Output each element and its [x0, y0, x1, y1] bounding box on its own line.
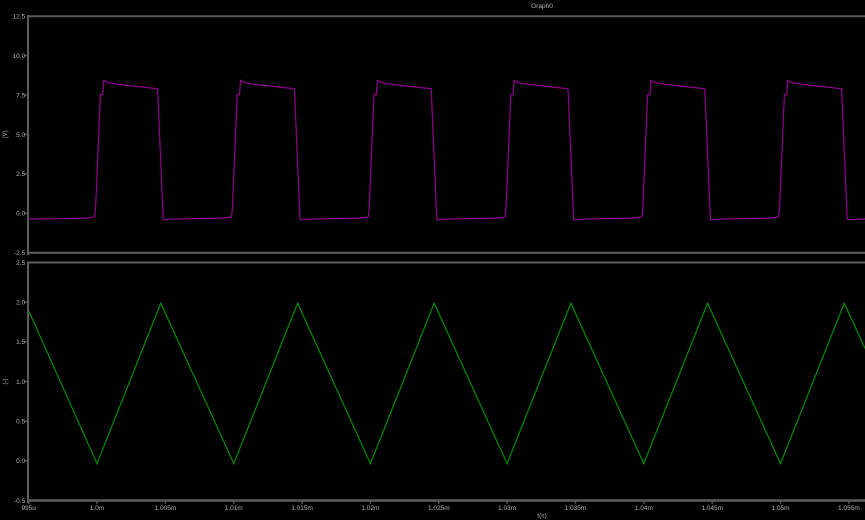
- svg-text:-2.5: -2.5: [14, 250, 26, 257]
- svg-text:1.055m: 1.055m: [838, 505, 860, 512]
- svg-text:1.005m: 1.005m: [155, 505, 177, 512]
- svg-text:1.0m: 1.0m: [90, 505, 104, 512]
- svg-text:1.02m: 1.02m: [361, 505, 379, 512]
- svg-text:995u: 995u: [21, 505, 36, 512]
- svg-text:(-): (-): [3, 379, 9, 385]
- svg-text:1.015m: 1.015m: [291, 505, 313, 512]
- svg-text:0.0: 0.0: [16, 211, 25, 218]
- svg-text:t(s): t(s): [537, 513, 546, 520]
- svg-text:(V): (V): [3, 130, 9, 138]
- svg-text:1.03m: 1.03m: [498, 505, 516, 512]
- svg-text:1.035m: 1.035m: [565, 505, 587, 512]
- svg-text:12.5: 12.5: [13, 14, 26, 21]
- svg-text:1.0: 1.0: [16, 379, 25, 386]
- svg-text:0.5: 0.5: [16, 419, 25, 426]
- svg-text:1.01m: 1.01m: [225, 505, 243, 512]
- svg-text:1.05m: 1.05m: [771, 505, 789, 512]
- svg-text:2.5: 2.5: [16, 260, 25, 267]
- svg-text:7.5: 7.5: [16, 92, 25, 99]
- svg-text:0.0: 0.0: [16, 458, 25, 465]
- svg-text:1.5: 1.5: [16, 339, 25, 346]
- svg-text:Graph0: Graph0: [531, 3, 553, 10]
- svg-text:1.04m: 1.04m: [635, 505, 653, 512]
- svg-text:-0.5: -0.5: [14, 498, 26, 505]
- svg-text:1.045m: 1.045m: [701, 505, 723, 512]
- svg-text:10.0: 10.0: [13, 53, 26, 60]
- svg-text:2.0: 2.0: [16, 300, 25, 307]
- svg-text:5.0: 5.0: [16, 132, 25, 139]
- svg-text:2.5: 2.5: [16, 171, 25, 178]
- svg-text:1.025m: 1.025m: [428, 505, 450, 512]
